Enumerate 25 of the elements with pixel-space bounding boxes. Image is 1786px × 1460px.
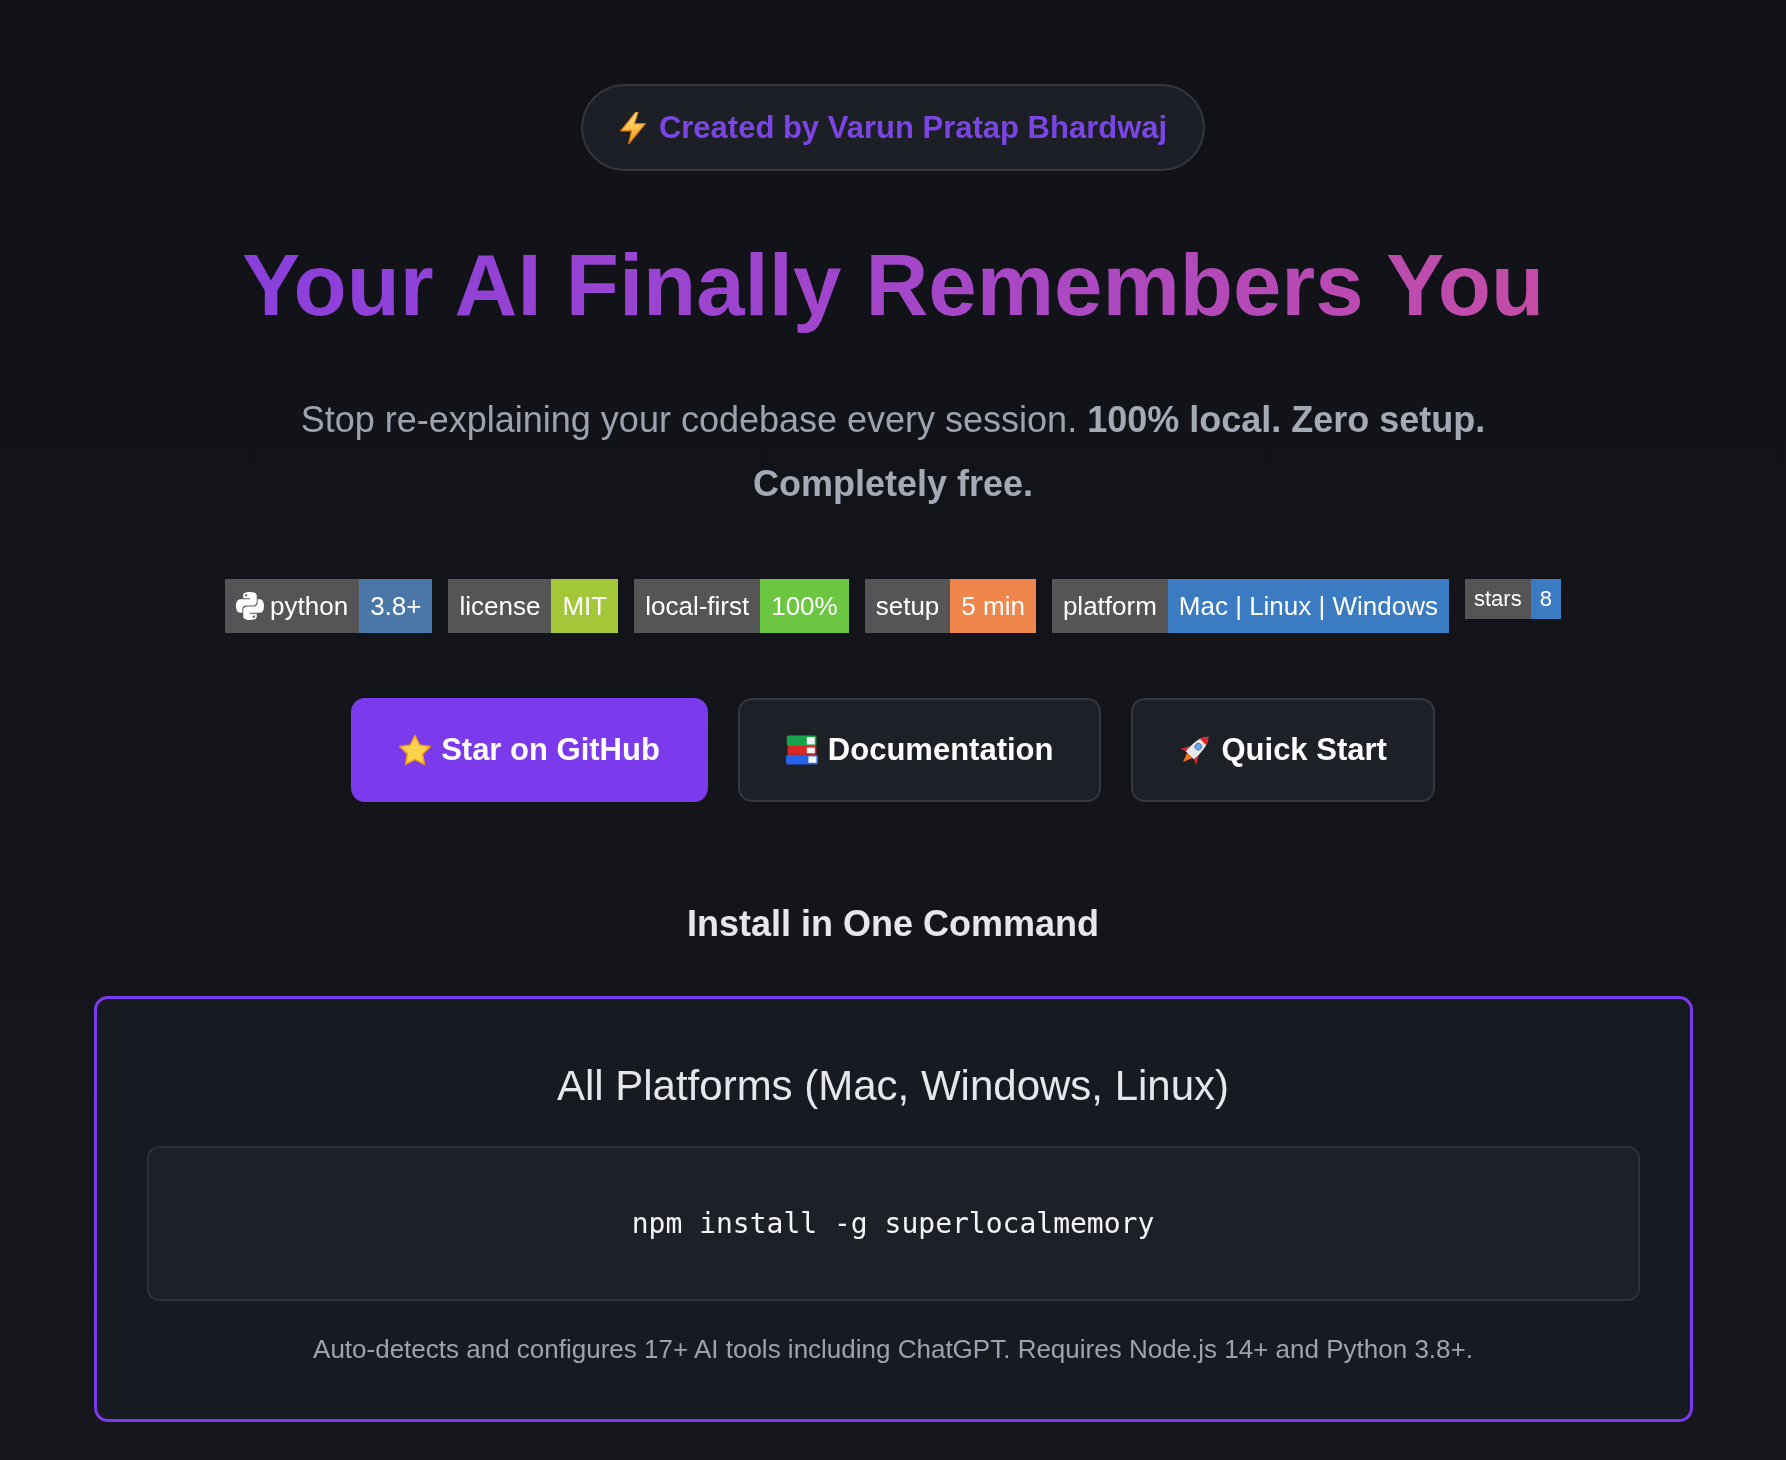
- badge-value: 5 min: [950, 579, 1036, 633]
- badge-label: license: [448, 579, 552, 633]
- lightning-icon: [618, 111, 647, 144]
- badge-value: 3.8+: [359, 579, 433, 633]
- install-heading: Install in One Command: [686, 902, 1100, 945]
- books-icon: [785, 735, 818, 765]
- documentation-button[interactable]: Documentation: [737, 698, 1102, 802]
- command-code-block: npm install -g superlocalmemory: [146, 1146, 1640, 1301]
- star-button[interactable]: Star on GitHub: [351, 698, 708, 802]
- install-card-title: All Platforms (Mac, Windows, Linux): [556, 1061, 1230, 1111]
- badge-label: platform: [1051, 579, 1168, 633]
- star-icon: [399, 734, 432, 766]
- hero-subtitle: Stop re-explaining your codebase every session. 100% local. Zero setup. Completely free.: [299, 398, 1487, 506]
- badge-label-text: python: [270, 590, 349, 622]
- install-note: Auto-detects and configures 17+ AI tools including ChatGPT. Requires Node.js 14+ and Python 3.8+.: [313, 1333, 1473, 1366]
- python-logo-icon: [236, 592, 265, 620]
- quick-start-button[interactable]: Quick Start: [1131, 698, 1435, 802]
- author-credit-text: Created by Varun Pratap Bhardwaj: [658, 109, 1168, 146]
- badge-value: MIT: [551, 579, 619, 633]
- badge-value: Mac | Linux | Windows: [1167, 579, 1449, 633]
- badge-label: local-first: [634, 579, 761, 633]
- badge-value: 8: [1530, 579, 1561, 619]
- badge-value: 100%: [760, 579, 849, 633]
- badge-label: setup: [864, 579, 951, 633]
- badge-label: stars: [1464, 579, 1531, 619]
